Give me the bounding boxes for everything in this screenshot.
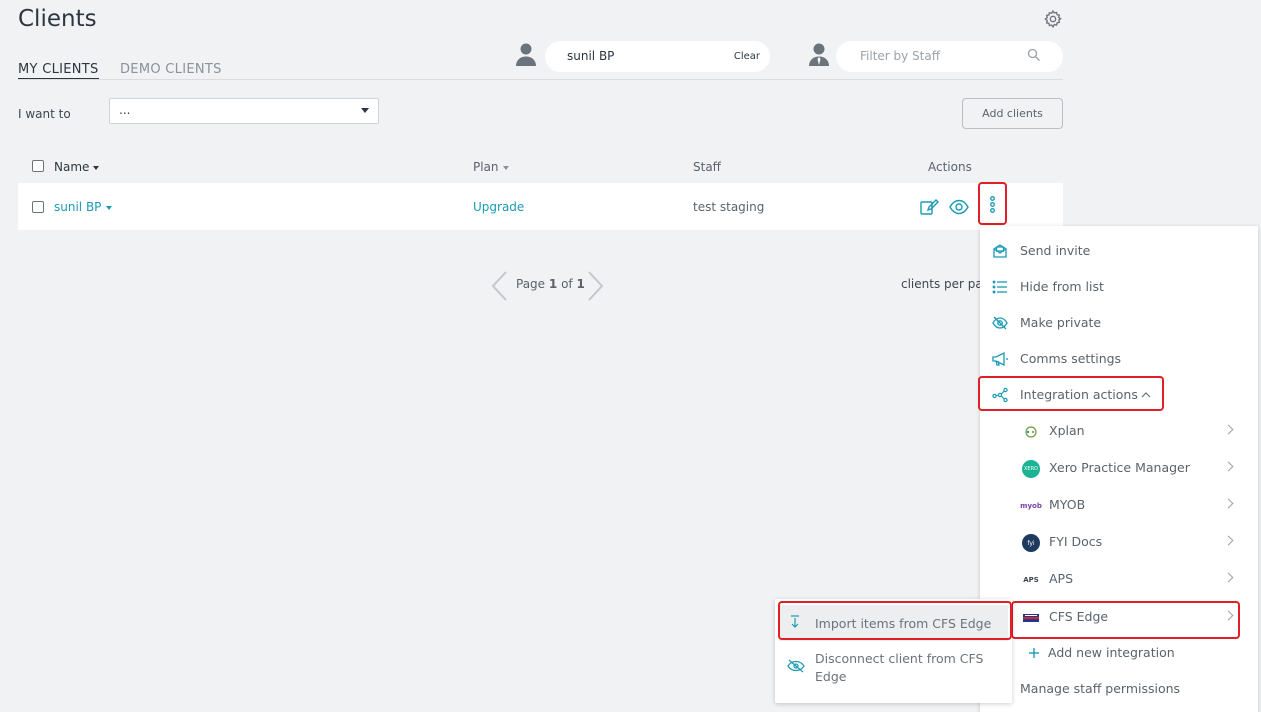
staff-icon [809,43,829,66]
menu-item-label: Comms settings [1020,351,1122,366]
manage-permissions-label: Manage staff permissions [1020,681,1181,696]
client-search-field[interactable]: sunil BP Clear [545,41,770,72]
view-eye-icon[interactable] [949,197,969,217]
page-indicator: Page 1 of 1 [516,277,585,291]
more-actions-button[interactable] [978,182,1007,225]
integration-label: Xplan [1049,423,1085,438]
integration-label: FYI Docs [1049,534,1103,549]
fyi-logo-icon: fyi [1022,534,1040,552]
client-staff: test staging [693,200,765,214]
xplan-logo-icon [1025,426,1037,438]
eye-slash-icon [992,316,1008,330]
add-new-integration-button[interactable]: Add new integration [980,635,1258,671]
next-page-icon[interactable] [585,270,605,302]
person-icon [516,43,536,66]
total-pages: 1 [576,277,585,291]
disconnect-cfs-button[interactable]: Disconnect client from CFS Edge [779,647,1008,697]
chevron-right-icon [1223,461,1234,472]
myob-logo-icon: myob [1020,502,1042,510]
menu-item-hide-from-list[interactable]: Hide from list [980,269,1258,305]
actions-menu: Send invite Hide from list Make private … [980,226,1258,712]
gear-icon[interactable] [1043,9,1063,29]
bulk-action-select[interactable]: ... [109,98,379,124]
column-header-staff: Staff [693,160,721,174]
menu-item-comms-settings[interactable]: Comms settings [980,341,1258,377]
xero-logo-icon: XERO [1022,460,1040,478]
integration-label: Xero Practice Manager [1049,460,1190,475]
menu-item-label: Send invite [1020,243,1091,258]
select-all-checkbox[interactable] [32,160,44,172]
edit-icon[interactable] [919,197,939,217]
staff-filter-placeholder: Filter by Staff [860,49,941,63]
column-header-name[interactable]: Name [54,160,100,174]
integration-item-xero[interactable]: XERO Xero Practice Manager [980,450,1258,486]
chevron-right-icon [1223,572,1234,583]
page-of-label: of [561,277,573,291]
integration-item-myob[interactable]: myob MYOB [980,487,1258,523]
cfs-edge-highlight [1011,601,1240,639]
send-invite-icon [993,244,1007,258]
plus-icon [1029,648,1039,658]
table-row [18,183,1063,230]
column-header-plan[interactable]: Plan [473,160,509,174]
menu-item-send-invite[interactable]: Send invite [980,233,1258,269]
aps-logo-icon: APS [1023,576,1039,584]
page-title: Clients [18,6,97,32]
integration-actions-highlight [978,376,1164,411]
chevron-right-icon [1223,498,1234,509]
column-header-plan-label: Plan [473,160,499,174]
integration-item-aps[interactable]: APS APS [980,561,1258,597]
column-header-name-label: Name [54,160,90,174]
add-integration-label: Add new integration [1048,645,1175,660]
tab-my-clients[interactable]: MY CLIENTS [18,62,99,80]
row-checkbox[interactable] [32,201,44,213]
tab-demo-clients[interactable]: DEMO CLIENTS [120,62,222,77]
manage-staff-permissions-item[interactable]: Manage staff permissions [980,671,1258,707]
page-label: Page [516,277,546,291]
sort-caret-icon [502,165,509,170]
bulk-action-value: ... [119,103,131,117]
plan-upgrade-link[interactable]: Upgrade [473,200,524,214]
current-page: 1 [548,277,558,291]
chevron-right-icon [1223,424,1234,435]
import-items-highlight [778,601,1012,640]
integration-item-fyi-docs[interactable]: fyi FYI Docs [980,524,1258,560]
prev-page-icon[interactable] [490,270,510,302]
integration-item-xplan[interactable]: Xplan [980,413,1258,449]
clear-search-button[interactable]: Clear [734,51,760,62]
staff-filter-input[interactable]: Filter by Staff [836,41,1063,72]
disconnect-label-line1: Disconnect client from CFS [815,651,984,666]
client-name: sunil BP [54,200,102,214]
disconnect-label-line2: Edge [815,669,847,684]
menu-item-make-private[interactable]: Make private [980,305,1258,341]
client-search-value[interactable]: sunil BP [567,49,614,63]
menu-item-label: Hide from list [1020,279,1104,294]
add-clients-button[interactable]: Add clients [962,98,1063,129]
pagination: Page 1 of 1 [490,270,605,302]
chevron-down-icon [106,205,113,210]
clients-per-page-label: clients per pa [901,277,983,291]
sort-caret-icon [93,165,100,170]
tabs-divider [18,79,1063,80]
search-icon [1027,48,1040,61]
eye-slash-icon [787,659,805,673]
column-header-actions: Actions [928,160,972,174]
integration-label: APS [1049,571,1074,586]
chevron-down-icon [361,108,369,113]
client-name-link[interactable]: sunil BP [54,200,113,214]
menu-item-label: Make private [1020,315,1102,330]
more-vertical-icon [990,196,995,213]
list-icon [992,280,1007,294]
chevron-right-icon [1223,535,1234,546]
integration-label: MYOB [1049,497,1086,512]
bulk-action-label: I want to [18,107,71,121]
megaphone-icon [992,351,1008,367]
